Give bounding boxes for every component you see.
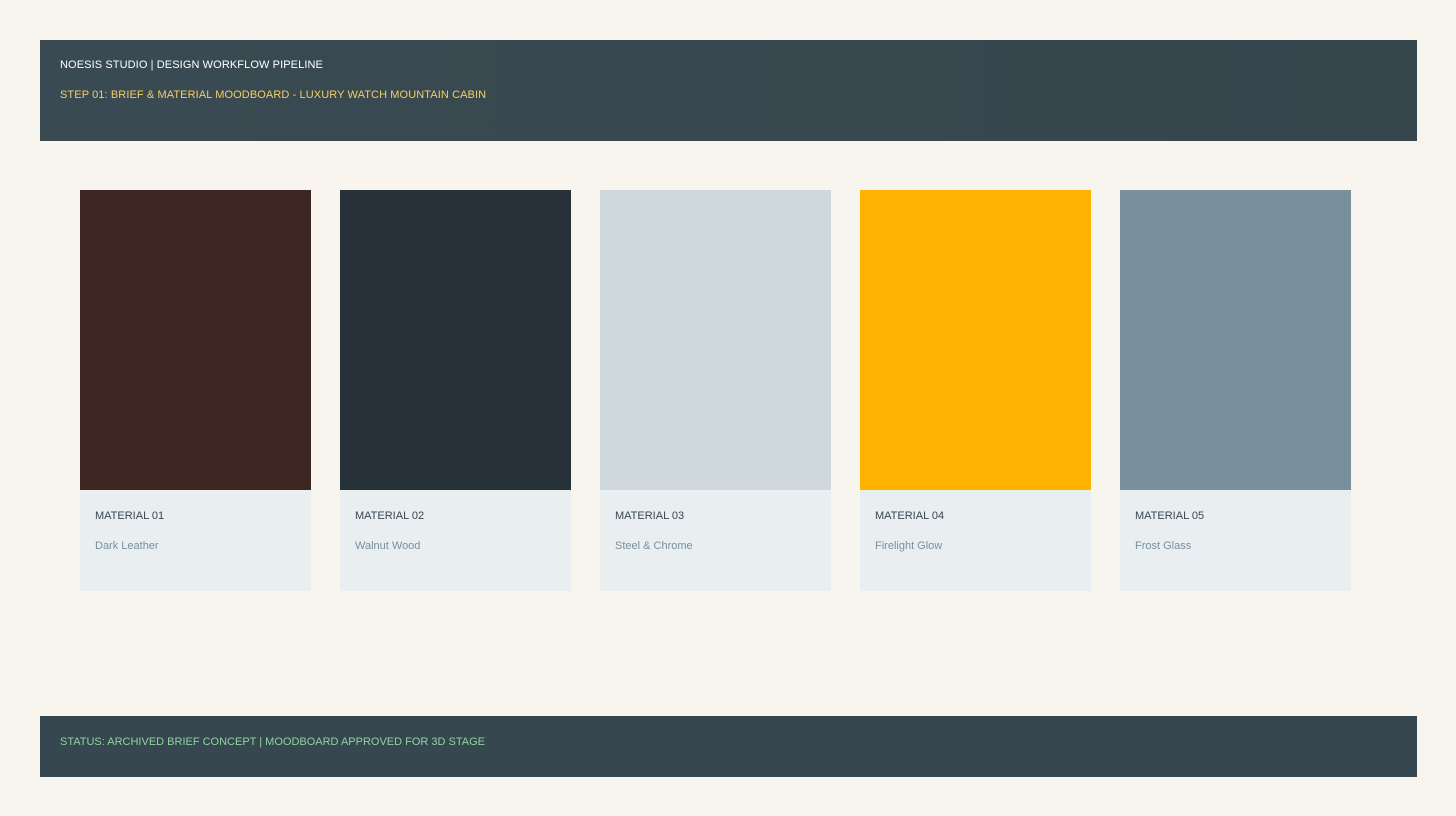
material-number: MATERIAL 02	[355, 510, 425, 522]
material-name: Frost Glass	[1135, 540, 1192, 552]
material-name: Steel & Chrome	[615, 540, 693, 552]
material-card[interactable]: MATERIAL 02 Walnut Wood	[340, 190, 571, 591]
material-number: MATERIAL 01	[95, 510, 165, 522]
material-number: MATERIAL 05	[1135, 510, 1205, 522]
material-swatch	[340, 190, 571, 490]
material-swatch	[860, 190, 1091, 490]
material-swatch	[1120, 190, 1351, 490]
material-card[interactable]: MATERIAL 05 Frost Glass	[1120, 190, 1351, 591]
status-text: STATUS: ARCHIVED BRIEF CONCEPT | MOODBOA…	[60, 736, 485, 748]
material-name: Dark Leather	[95, 540, 159, 552]
material-swatch	[80, 190, 311, 490]
status-bar: STATUS: ARCHIVED BRIEF CONCEPT | MOODBOA…	[40, 716, 1417, 777]
material-number: MATERIAL 04	[875, 510, 945, 522]
material-swatch	[600, 190, 831, 490]
material-name: Walnut Wood	[355, 540, 421, 552]
material-card[interactable]: MATERIAL 03 Steel & Chrome	[600, 190, 831, 591]
studio-title: NOESIS STUDIO | DESIGN WORKFLOW PIPELINE	[60, 59, 323, 71]
material-name: Firelight Glow	[875, 540, 943, 552]
material-card[interactable]: MATERIAL 01 Dark Leather	[80, 190, 311, 591]
material-card[interactable]: MATERIAL 04 Firelight Glow	[860, 190, 1091, 591]
step-title: STEP 01: BRIEF & MATERIAL MOODBOARD - LU…	[60, 89, 487, 101]
header-bar: NOESIS STUDIO | DESIGN WORKFLOW PIPELINE…	[40, 40, 1417, 141]
material-moodboard: MATERIAL 01 Dark Leather MATERIAL 02 Wal…	[80, 190, 1351, 591]
material-number: MATERIAL 03	[615, 510, 685, 522]
